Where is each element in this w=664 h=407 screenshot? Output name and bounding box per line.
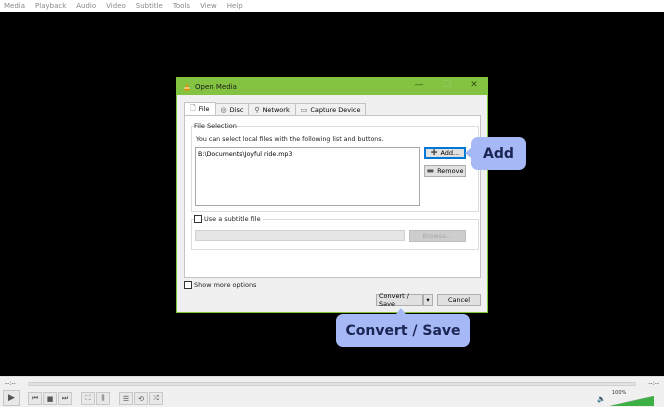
- close-icon[interactable]: ✕: [468, 80, 480, 90]
- skip-back-icon: ⏮: [31, 394, 39, 402]
- tab-disc-label: Disc: [229, 105, 244, 114]
- dialog-title-bar[interactable]: Open Media — ☐ ✕: [177, 78, 487, 95]
- stop-button[interactable]: ■: [43, 392, 57, 405]
- list-item[interactable]: B:\Documents\Joyful ride.mp3: [198, 151, 417, 158]
- disc-icon: ◎: [220, 105, 227, 114]
- convert-save-callout: Convert / Save: [336, 308, 470, 347]
- stop-icon: ■: [46, 394, 54, 403]
- menu-bar: Media Playback Audio Video Subtitle Tool…: [0, 0, 664, 12]
- control-bar: --:-- --:-- ▶ ⏮ ■ ⏭ ⛶ ⫼ ☰ ⟲ ⤮ 🔈 100%: [0, 376, 664, 407]
- vlc-cone-icon: [184, 83, 190, 90]
- convert-save-label: Convert / Save: [379, 292, 409, 308]
- file-list[interactable]: B:\Documents\Joyful ride.mp3: [195, 147, 420, 206]
- loop-button[interactable]: ⟲: [134, 392, 148, 405]
- shuffle-icon: ⤮: [153, 394, 159, 402]
- network-icon: ⚲: [254, 105, 260, 114]
- equalizer-icon: ⫼: [101, 394, 105, 402]
- tab-capture-device[interactable]: ▭ Capture Device: [294, 103, 367, 115]
- fullscreen-button[interactable]: ⛶: [81, 392, 95, 405]
- tab-network[interactable]: ⚲ Network: [248, 103, 296, 115]
- random-button[interactable]: ⤮: [149, 392, 163, 405]
- next-button[interactable]: ⏭: [58, 392, 72, 405]
- playlist-icon: ☰: [122, 394, 130, 403]
- convert-save-button[interactable]: Convert / Save: [376, 292, 423, 308]
- add-button[interactable]: ✚ Add...: [424, 147, 466, 159]
- convert-dropdown-button[interactable]: ▾: [423, 294, 433, 306]
- tab-disc[interactable]: ◎ Disc: [214, 103, 250, 115]
- file-selection-label: File Selection: [194, 122, 237, 130]
- cancel-button-label: Cancel: [447, 296, 471, 304]
- maximize-icon: ☐: [442, 80, 452, 90]
- tab-capture-device-label: Capture Device: [310, 105, 361, 114]
- minus-icon: ▬: [426, 166, 435, 175]
- loop-icon: ⟲: [138, 394, 144, 403]
- menu-tools[interactable]: Tools: [173, 2, 190, 10]
- playlist-button[interactable]: ☰: [119, 392, 133, 405]
- play-button[interactable]: ▶: [3, 390, 20, 406]
- menu-playback[interactable]: Playback: [35, 2, 66, 10]
- tab-file[interactable]: 🗋 File: [184, 102, 216, 115]
- previous-button[interactable]: ⏮: [28, 392, 42, 405]
- minimize-icon[interactable]: —: [413, 80, 425, 90]
- subtitle-file-input: [195, 230, 405, 241]
- menu-subtitle[interactable]: Subtitle: [136, 2, 163, 10]
- menu-video[interactable]: Video: [106, 2, 126, 10]
- menu-help[interactable]: Help: [227, 2, 243, 10]
- dialog-title: Open Media: [195, 82, 237, 91]
- speaker-icon[interactable]: 🔈: [597, 395, 606, 403]
- remove-button-label: Remove: [437, 167, 464, 175]
- subtitle-checkbox-label: Use a subtitle file: [204, 215, 263, 223]
- skip-forward-icon: ⏭: [61, 394, 69, 402]
- seek-bar[interactable]: [28, 382, 636, 386]
- chevron-down-icon: ▾: [426, 296, 430, 304]
- volume-slider[interactable]: [610, 396, 654, 406]
- menu-view[interactable]: View: [200, 2, 217, 10]
- menu-media[interactable]: Media: [4, 2, 25, 10]
- cancel-button[interactable]: Cancel: [437, 294, 481, 306]
- capture-device-icon: ▭: [300, 105, 308, 114]
- open-media-dialog: Open Media — ☐ ✕ 🗋 File ◎ Disc ⚲ Network…: [176, 77, 488, 313]
- tab-file-label: File: [198, 105, 210, 113]
- file-icon: 🗋: [190, 103, 196, 112]
- browse-button: Browse...: [409, 230, 466, 242]
- subtitle-checkbox[interactable]: [194, 215, 202, 223]
- show-more-options-label: Show more options: [194, 281, 257, 289]
- browse-button-label: Browse...: [422, 232, 453, 240]
- tab-network-label: Network: [262, 105, 290, 114]
- menu-audio[interactable]: Audio: [76, 2, 96, 10]
- plus-icon: ✚: [430, 148, 438, 157]
- tab-strip: 🗋 File ◎ Disc ⚲ Network ▭ Capture Device: [184, 102, 367, 115]
- time-elapsed: --:--: [5, 380, 16, 387]
- fullscreen-icon: ⛶: [85, 394, 91, 402]
- play-icon: ▶: [8, 393, 15, 403]
- remove-button[interactable]: ▬ Remove: [424, 165, 466, 177]
- time-total: --:--: [648, 380, 659, 387]
- extended-settings-button[interactable]: ⫼: [96, 392, 110, 405]
- show-more-options-checkbox[interactable]: [184, 281, 192, 289]
- add-button-label: Add...: [440, 149, 460, 157]
- file-selection-hint: You can select local files with the foll…: [196, 136, 384, 143]
- add-callout: Add: [465, 137, 526, 170]
